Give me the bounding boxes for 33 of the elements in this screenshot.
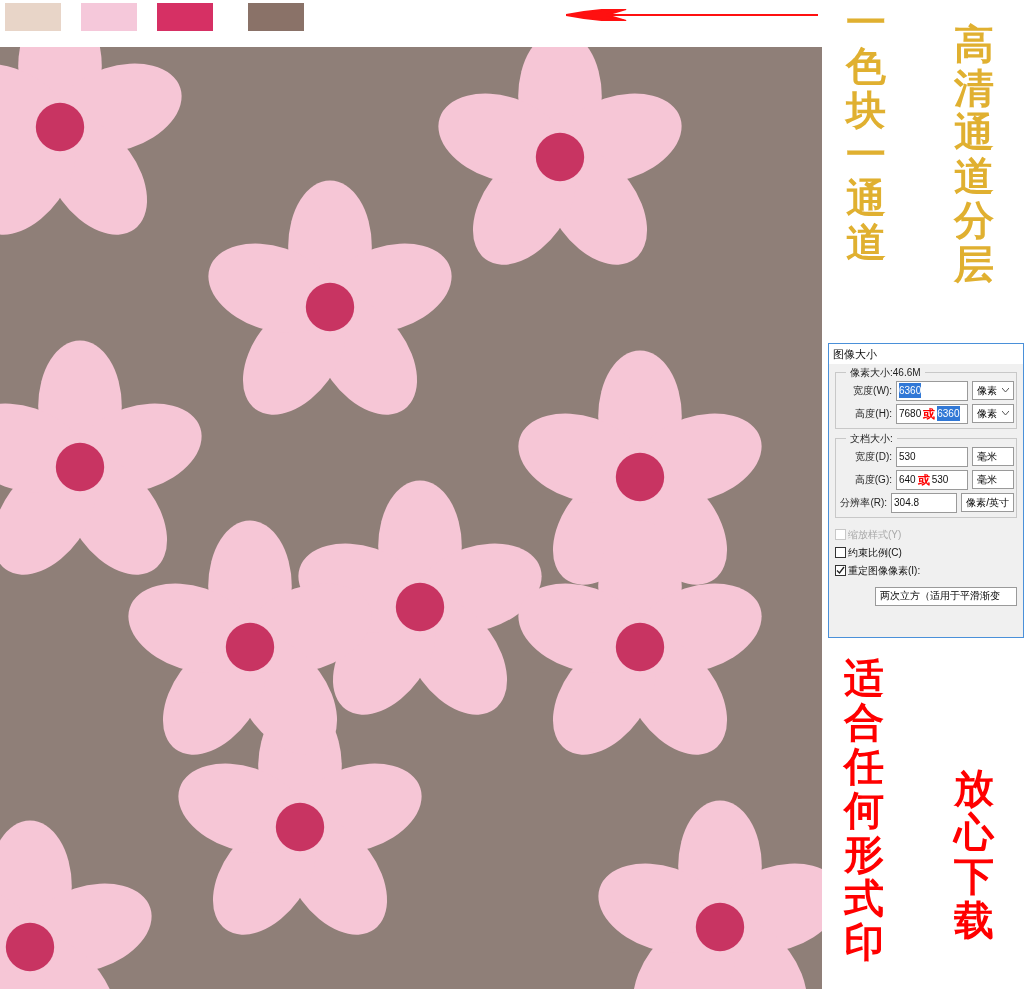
checkbox[interactable] [835,565,846,576]
field-label: 宽度(D): [854,450,892,464]
chevron-down-icon [1002,411,1009,416]
vertical-caption: 适合任何形式印 [844,656,884,966]
checkbox-label: 重定图像像素(I): [848,564,921,578]
checkbox[interactable] [835,547,846,558]
vertical-caption: 高清通道分层 [954,21,994,288]
group-title: 像素大小:46.6M [846,365,925,380]
field-label: 分辨率(R): [839,496,888,510]
input-field[interactable]: 6360 [896,380,968,401]
input-field[interactable]: 640 或 530 [896,469,968,490]
unit-field[interactable]: 毫米 [972,447,1014,466]
field-label: 高度(H): [854,407,892,421]
unit-dropdown[interactable]: 像素 [972,381,1014,400]
resample-dropdown[interactable]: 两次立方（适用于平滑渐变 [875,587,1017,606]
arrow-left-icon [566,9,818,21]
unit-dropdown[interactable]: 像素 [972,404,1014,423]
input-field[interactable]: 530 [896,446,968,467]
dialog-title: 图像大小 [829,344,1023,364]
chevron-down-icon [1002,388,1009,393]
unit-field[interactable]: 像素/英寸 [961,493,1014,512]
field-label: 高度(G): [853,473,892,487]
unit-field[interactable]: 毫米 [972,470,1014,489]
vertical-caption: 一色块一通道 [846,0,886,266]
vertical-caption: 放心下载 [954,765,994,944]
input-field[interactable]: 304.8 [891,492,958,513]
checkbox-label: 缩放样式(Y) [848,528,902,542]
annotation-mark: 或 [922,407,937,420]
annotation-mark: 或 [916,473,931,486]
field-label: 宽度(W): [852,384,892,398]
input-field[interactable]: 7680 或 6360 [896,403,968,424]
group-title: 文档大小: [846,431,897,446]
checkbox-label: 约束比例(C) [848,546,902,560]
